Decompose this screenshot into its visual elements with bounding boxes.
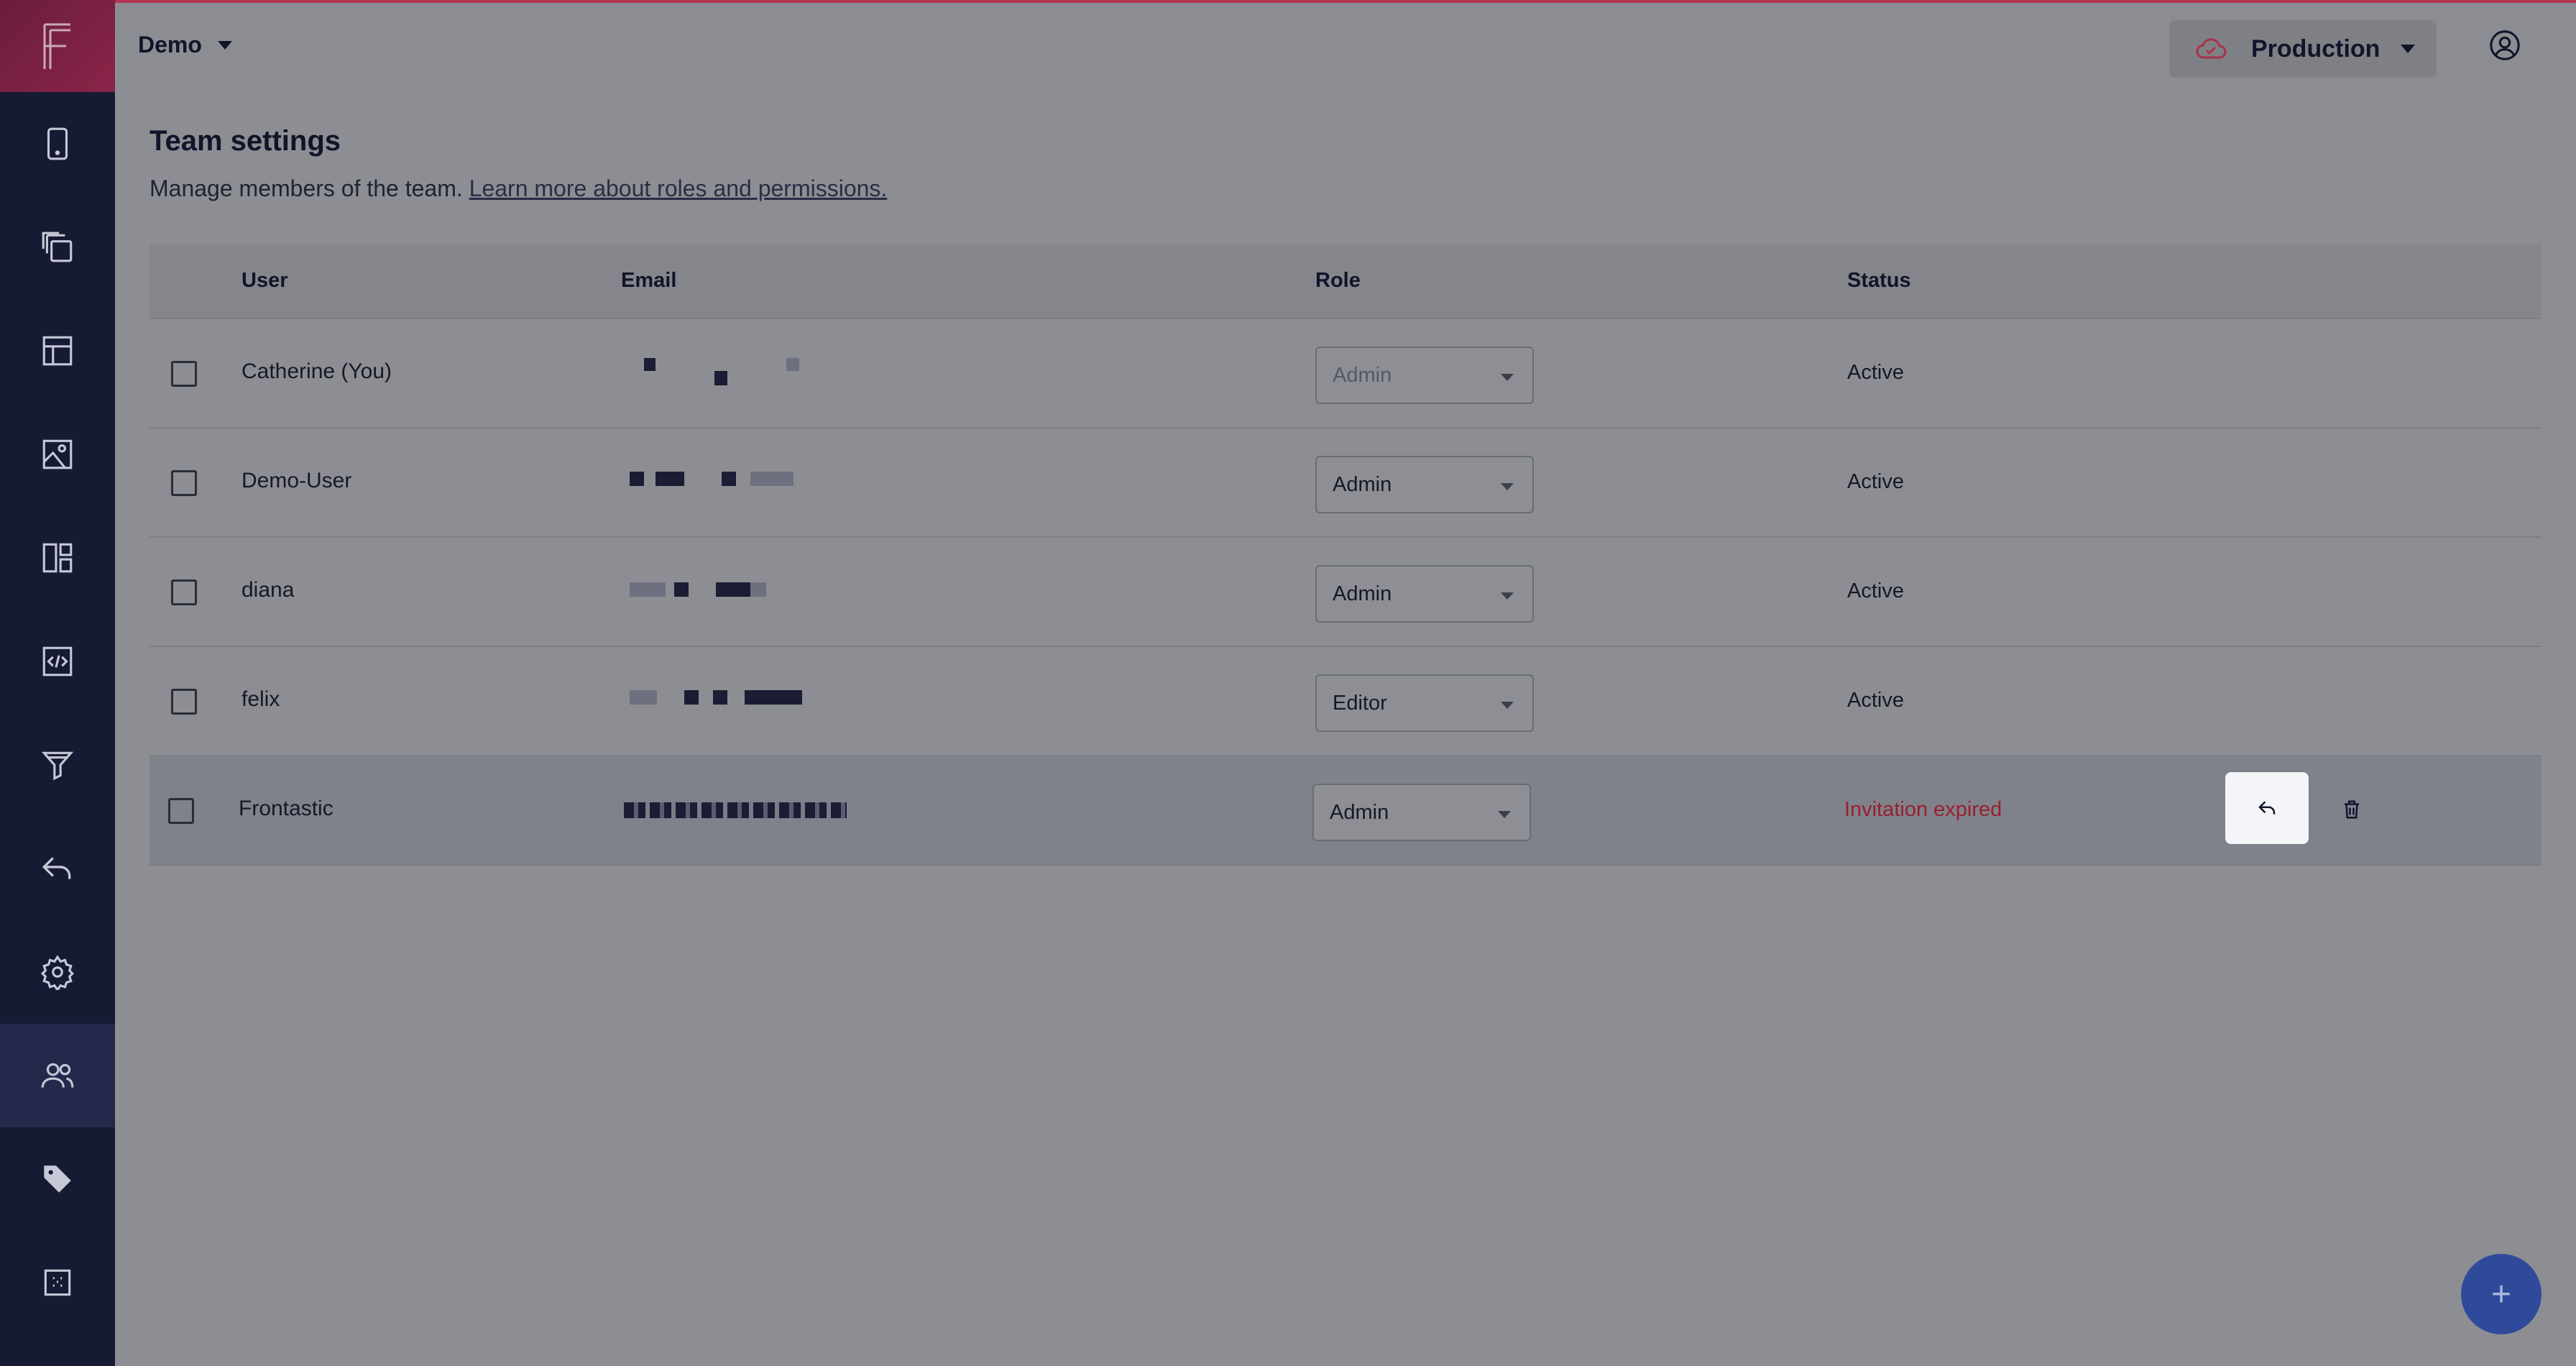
dashboard-icon[interactable] bbox=[0, 506, 115, 610]
reply-icon bbox=[2258, 801, 2276, 815]
table-header: User Email Role Status bbox=[150, 244, 2542, 319]
project-name: Demo bbox=[138, 32, 202, 58]
resend-invitation-button[interactable] bbox=[2225, 772, 2309, 844]
roles-permissions-link[interactable]: Learn more about roles and permissions. bbox=[469, 175, 888, 201]
chevron-down-icon bbox=[1501, 374, 1514, 381]
row-checkbox[interactable] bbox=[171, 470, 197, 496]
chevron-down-icon bbox=[1501, 483, 1514, 490]
role-select[interactable]: Admin bbox=[1312, 784, 1531, 841]
chevron-down-icon bbox=[2401, 45, 2415, 53]
column-header-user: User bbox=[242, 269, 288, 292]
plus-icon: + bbox=[2490, 1275, 2512, 1314]
role-select[interactable]: Editor bbox=[1315, 674, 1534, 732]
team-icon[interactable] bbox=[0, 1024, 115, 1127]
user-name: Catherine (You) bbox=[242, 359, 392, 383]
role-value: Admin bbox=[1330, 801, 1389, 824]
column-header-role: Role bbox=[1315, 269, 1361, 292]
status-text: Active bbox=[1847, 361, 1904, 384]
role-value: Admin bbox=[1333, 582, 1392, 605]
subtitle-text: Manage members of the team. bbox=[150, 175, 463, 201]
chevron-down-icon bbox=[217, 40, 232, 50]
mobile-icon[interactable] bbox=[0, 92, 115, 196]
add-member-button[interactable]: + bbox=[2461, 1254, 2542, 1334]
environment-name: Production bbox=[2251, 35, 2380, 63]
email-redacted bbox=[624, 354, 861, 394]
gear-icon[interactable] bbox=[0, 920, 115, 1024]
chevron-down-icon bbox=[1498, 811, 1511, 818]
email-redacted bbox=[624, 682, 861, 722]
environment-selector[interactable]: Production bbox=[2169, 20, 2437, 78]
email-redacted bbox=[624, 463, 861, 503]
role-value: Editor bbox=[1333, 692, 1387, 715]
layout-icon[interactable] bbox=[0, 299, 115, 403]
row-checkbox[interactable] bbox=[171, 361, 197, 387]
role-value: Admin bbox=[1333, 473, 1392, 496]
reply-icon[interactable] bbox=[0, 817, 115, 920]
email-redacted bbox=[624, 572, 861, 613]
account-icon[interactable] bbox=[2488, 29, 2521, 62]
role-select[interactable]: Admin bbox=[1315, 456, 1534, 513]
user-name: felix bbox=[242, 687, 280, 711]
status-text: Invitation expired bbox=[1844, 798, 2002, 821]
row-checkbox[interactable] bbox=[171, 579, 197, 605]
row-checkbox[interactable] bbox=[168, 798, 194, 824]
image-icon[interactable] bbox=[0, 403, 115, 506]
cloud-icon bbox=[2196, 38, 2227, 59]
status-text: Active bbox=[1847, 579, 1904, 602]
column-header-status: Status bbox=[1847, 269, 1911, 292]
page-title: Team settings bbox=[150, 125, 341, 157]
email-redacted bbox=[618, 791, 855, 831]
sidebar bbox=[0, 0, 115, 1366]
copy-icon[interactable] bbox=[0, 196, 115, 299]
table-row: Catherine (You) Admin Active bbox=[150, 319, 2542, 428]
logo[interactable] bbox=[0, 0, 115, 92]
chevron-down-icon bbox=[1501, 592, 1514, 600]
chevron-down-icon bbox=[1501, 702, 1514, 709]
user-name: Frontastic bbox=[239, 797, 334, 820]
table-row: Frontastic Admin Invitation expired bbox=[150, 756, 2542, 866]
column-header-email: Email bbox=[621, 269, 677, 292]
table-row: diana Admin Active bbox=[150, 538, 2542, 647]
table-row: felix Editor Active bbox=[150, 647, 2542, 756]
trash-icon bbox=[2345, 800, 2359, 819]
role-select[interactable]: Admin bbox=[1315, 347, 1534, 404]
code-icon[interactable] bbox=[0, 610, 115, 713]
role-value: Admin bbox=[1333, 364, 1392, 387]
team-table: User Email Role Status Catherine (You) A… bbox=[150, 244, 2542, 866]
role-select[interactable]: Admin bbox=[1315, 565, 1534, 623]
status-text: Active bbox=[1847, 470, 1904, 493]
page-subtitle: Manage members of the team. Learn more a… bbox=[150, 175, 887, 202]
user-name: diana bbox=[242, 578, 295, 602]
delete-button[interactable] bbox=[2334, 792, 2369, 827]
project-selector[interactable]: Demo bbox=[138, 32, 232, 58]
grid-icon[interactable] bbox=[0, 1231, 115, 1334]
user-name: Demo-User bbox=[242, 469, 352, 492]
filter-icon[interactable] bbox=[0, 713, 115, 817]
tag-icon[interactable] bbox=[0, 1127, 115, 1231]
row-checkbox[interactable] bbox=[171, 689, 197, 715]
table-row: Demo-User Admin Active bbox=[150, 428, 2542, 538]
status-text: Active bbox=[1847, 689, 1904, 712]
